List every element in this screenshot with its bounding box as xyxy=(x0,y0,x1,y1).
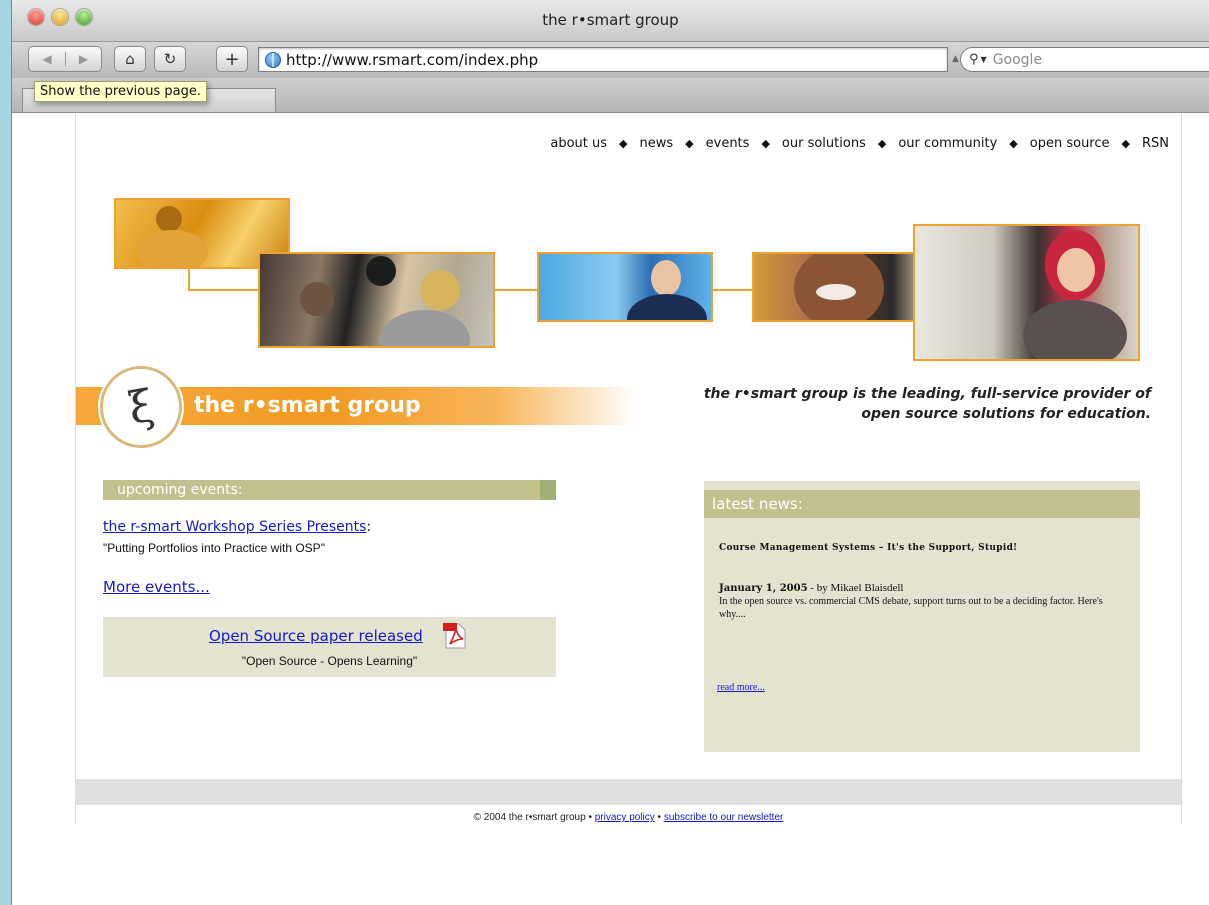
more-events-link[interactable]: More events... xyxy=(103,578,210,596)
nav-separator-icon: ◆ xyxy=(877,137,887,150)
strip-connector xyxy=(188,269,190,290)
nav-news[interactable]: news xyxy=(640,136,674,151)
nav-separator-icon: ◆ xyxy=(1121,137,1130,150)
home-icon[interactable]: ⌂ xyxy=(114,46,146,72)
subscribe-newsletter-link[interactable]: subscribe to our newsletter xyxy=(664,812,784,823)
news-body: In the open source vs. commercial CMS de… xyxy=(719,596,1103,620)
footer-separator: • xyxy=(654,812,664,823)
nav-our-solutions[interactable]: our solutions xyxy=(782,136,866,151)
news-date: January 1, 2005 xyxy=(719,583,808,594)
photo-woman-red-hair xyxy=(913,224,1140,361)
open-source-paper-link[interactable]: Open Source paper released xyxy=(209,627,423,645)
rsmart-page: about us ◆ news ◆ events ◆ our solutions… xyxy=(75,114,1182,824)
nav-separator-icon: ◆ xyxy=(1009,137,1018,150)
footer: © 2004 the r•smart group • privacy polic… xyxy=(76,812,1181,823)
address-bar[interactable]: http://www.rsmart.com/index.php xyxy=(258,47,948,72)
top-navigation: about us ◆ news ◆ events ◆ our solutions… xyxy=(550,136,1169,151)
back-button-tooltip: Show the previous page. xyxy=(34,81,207,102)
nav-about-us[interactable]: about us xyxy=(550,136,607,151)
logo-figure: ξ xyxy=(124,379,158,435)
browser-toolbar: ◀ ▶ ⌂ ↻ + http://www.rsmart.com/index.ph… xyxy=(12,42,1209,78)
news-title: Course Management Systems – It's the Sup… xyxy=(719,543,1018,553)
privacy-policy-link[interactable]: privacy policy xyxy=(595,812,655,823)
nav-rsn[interactable]: RSN xyxy=(1142,136,1169,151)
logo-icon[interactable]: ξ xyxy=(100,366,182,448)
nav-separator-icon: ◆ xyxy=(619,137,628,150)
forward-arrow-icon[interactable]: ▶ xyxy=(65,52,101,66)
tagline-line-2: open source solutions for education. xyxy=(861,406,1151,422)
tagline: the r•smart group is the leading, full-s… xyxy=(651,384,1151,424)
pdf-icon[interactable] xyxy=(443,623,467,649)
logo-text: the r•smart group xyxy=(194,393,421,418)
photo-group-laptop xyxy=(258,252,495,348)
tagline-line-1: the r•smart group is the leading, full-s… xyxy=(703,386,1151,402)
news-heading: latest news: xyxy=(704,490,1140,518)
event-colon: : xyxy=(366,519,372,535)
add-bookmark-icon[interactable]: + xyxy=(216,46,248,72)
event-subtitle: "Putting Portfolios into Practice with O… xyxy=(103,541,325,555)
web-content: about us ◆ news ◆ events ◆ our solutions… xyxy=(12,114,1209,905)
read-more-link[interactable]: read more... xyxy=(717,682,765,693)
reload-icon[interactable]: ↻ xyxy=(154,46,186,72)
search-input[interactable]: ⚲ ▼ Google xyxy=(960,47,1209,72)
workshop-series-link[interactable]: the r-smart Workshop Series Presents xyxy=(103,519,366,535)
photo-smiling-woman xyxy=(752,252,929,322)
search-placeholder: Google xyxy=(992,51,1043,68)
footer-band xyxy=(76,779,1181,805)
nav-open-source[interactable]: open source xyxy=(1030,136,1110,151)
paper-box: Open Source paper released "Open Source … xyxy=(103,617,556,677)
photo-man-in-suit xyxy=(537,252,713,322)
nav-events[interactable]: events xyxy=(706,136,750,151)
search-icon[interactable]: ⚲ xyxy=(969,52,979,67)
url-dropdown-icon[interactable]: ▲ xyxy=(952,54,959,64)
globe-icon xyxy=(265,51,281,68)
news-byline: - by Mikael Blaisdell xyxy=(807,582,904,594)
events-heading: upcoming events: xyxy=(103,480,556,500)
nav-separator-icon: ◆ xyxy=(761,137,770,150)
nav-our-community[interactable]: our community xyxy=(898,136,997,151)
news-date-line: January 1, 2005 - by Mikael Blaisdell xyxy=(719,582,903,594)
strip-connector xyxy=(712,289,754,291)
back-forward-group: ◀ ▶ xyxy=(28,46,102,72)
latest-news-panel: latest news: Course Management Systems –… xyxy=(704,481,1140,752)
url-text: http://www.rsmart.com/index.php xyxy=(286,50,539,69)
event-item: the r-smart Workshop Series Presents: xyxy=(103,519,371,535)
nav-separator-icon: ◆ xyxy=(685,137,694,150)
search-engine-dropdown-icon[interactable]: ▼ xyxy=(981,55,987,64)
strip-connector xyxy=(188,289,268,291)
window-title: the r•smart group xyxy=(542,11,679,29)
paper-subtitle: "Open Source - Opens Learning" xyxy=(241,654,418,668)
back-arrow-icon[interactable]: ◀ xyxy=(29,52,65,66)
title-bar: the r•smart group xyxy=(12,0,1209,42)
strip-connector xyxy=(494,289,539,291)
browser-window: the r•smart group ◀ ▶ ⌂ ↻ + http://www.r… xyxy=(11,0,1209,905)
footer-copyright: © 2004 the r•smart group • xyxy=(473,812,595,823)
